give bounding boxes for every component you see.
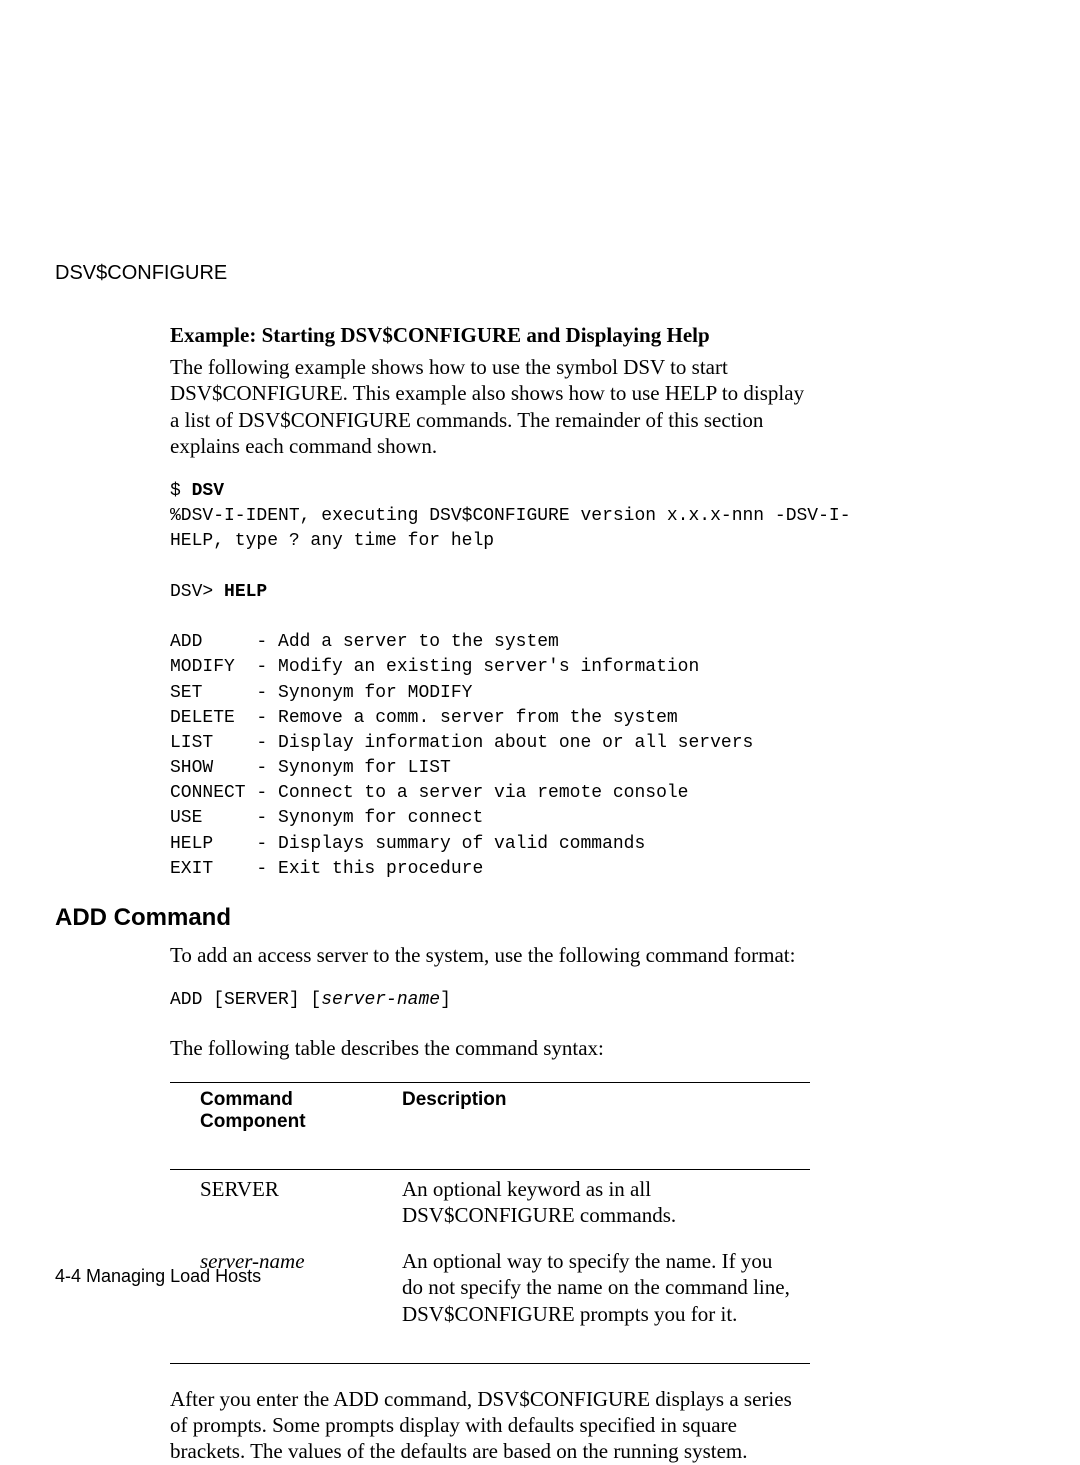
- cell-server: SERVER: [170, 1170, 372, 1243]
- syntax-post: ]: [440, 990, 451, 1010]
- syntax-var: server-name: [321, 990, 440, 1010]
- prompt-dsv: DSV>: [170, 582, 224, 602]
- col-head-description: Description: [372, 1083, 810, 1147]
- table-row: server-name An optional way to specify t…: [170, 1242, 810, 1341]
- cell-server-desc: An optional keyword as in all DSV$CONFIG…: [372, 1170, 810, 1243]
- page-footer: 4-4 Managing Load Hosts: [55, 1266, 261, 1287]
- output-ident: %DSV-I-IDENT, executing DSV$CONFIGURE ve…: [170, 506, 851, 551]
- section-heading-add: ADD Command: [55, 904, 1025, 932]
- add-body: To add an access server to the system, u…: [170, 942, 810, 1465]
- code-block-1: $ DSV %DSV-I-IDENT, executing DSV$CONFIG…: [170, 479, 810, 882]
- add-outro: After you enter the ADD command, DSV$CON…: [170, 1386, 810, 1465]
- table-intro: The following table describes the comman…: [170, 1035, 810, 1061]
- prompt-dollar: $: [170, 481, 192, 501]
- cell-server-name: server-name: [170, 1242, 372, 1341]
- cell-server-name-desc: An optional way to specify the name. If …: [372, 1242, 810, 1341]
- syntax-table-body: SERVER An optional keyword as in all DSV…: [170, 1170, 810, 1341]
- cmd-help: HELP: [224, 582, 267, 602]
- running-header: DSV$CONFIGURE: [55, 262, 1025, 285]
- col-head-component: Command Component: [170, 1083, 372, 1147]
- table-row: SERVER An optional keyword as in all DSV…: [170, 1170, 810, 1243]
- table-header-row: Command Component Description: [170, 1083, 810, 1147]
- example-intro: The following example shows how to use t…: [170, 354, 810, 459]
- cmd-dsv: DSV: [192, 481, 224, 501]
- example-title: Example: Starting DSV$CONFIGURE and Disp…: [170, 323, 810, 348]
- add-syntax: ADD [SERVER] [server-name]: [170, 988, 810, 1013]
- syntax-pre: ADD [SERVER] [: [170, 990, 321, 1010]
- page: DSV$CONFIGURE Example: Starting DSV$CONF…: [0, 0, 1080, 1397]
- body-column: Example: Starting DSV$CONFIGURE and Disp…: [170, 323, 810, 882]
- table-bottom-rule: [170, 1363, 810, 1364]
- syntax-table: Command Component Description: [170, 1083, 810, 1147]
- add-intro: To add an access server to the system, u…: [170, 942, 810, 968]
- help-output: ADD - Add a server to the system MODIFY …: [170, 632, 753, 879]
